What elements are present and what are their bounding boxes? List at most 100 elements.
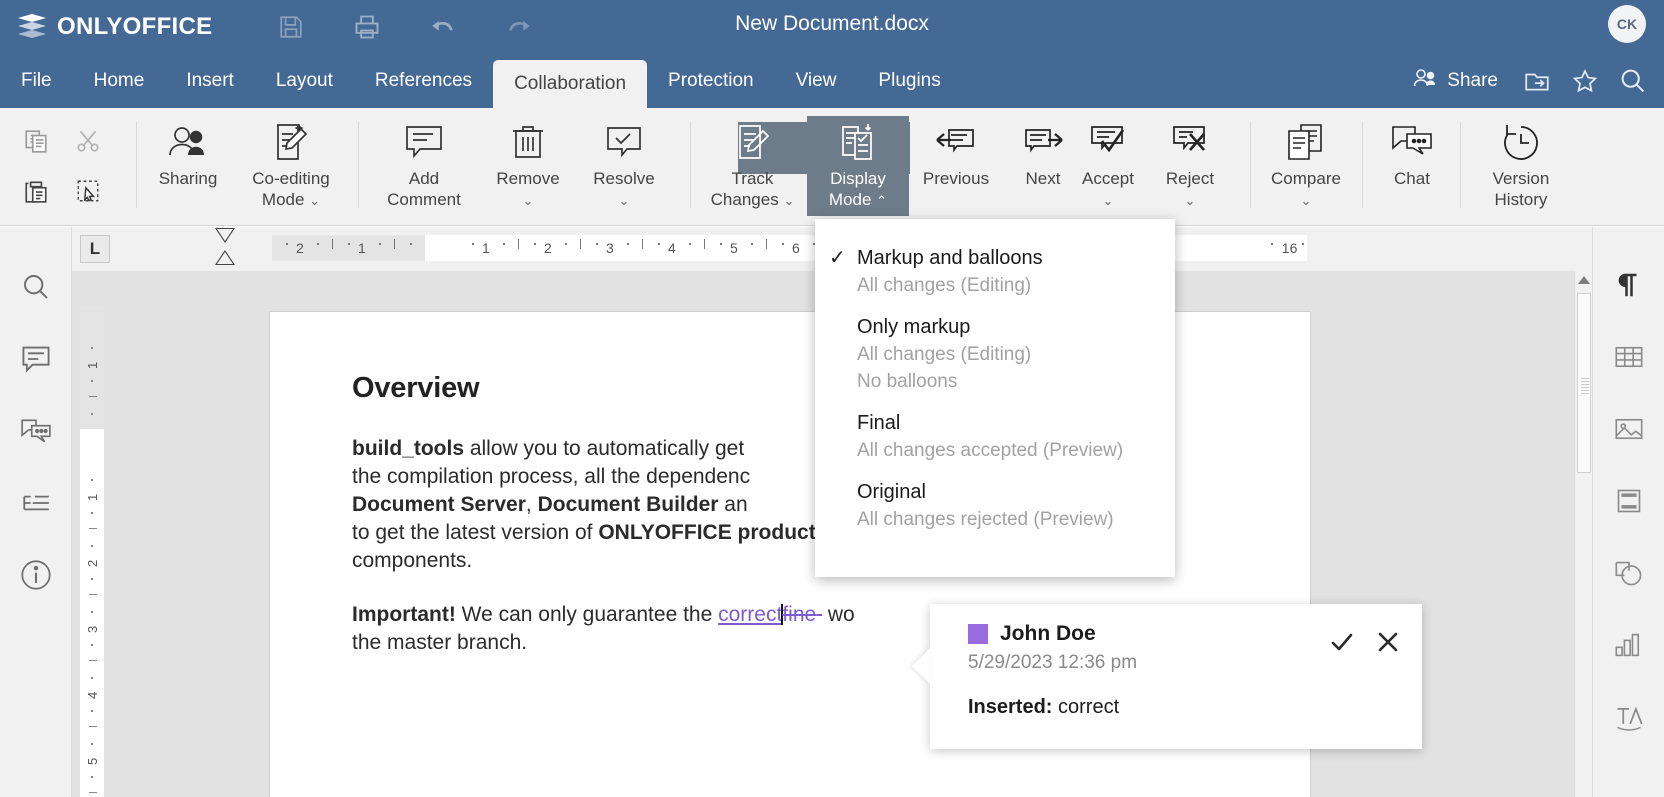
save-icon[interactable] xyxy=(274,10,308,44)
text-run: components. xyxy=(352,549,473,572)
sidebar-item-text-art[interactable] xyxy=(1593,683,1664,755)
button-label: Remove xyxy=(496,169,560,188)
remove-button[interactable]: Remove ⌄ xyxy=(482,116,574,216)
ruler-dot xyxy=(91,643,93,646)
chevron-down-icon[interactable]: ⌄ xyxy=(309,193,320,208)
version-history-button[interactable]: Version History xyxy=(1466,116,1576,216)
resolve-button[interactable]: Resolve ⌄ xyxy=(576,116,672,216)
sidebar-item-headings[interactable] xyxy=(0,469,72,541)
select-all-icon[interactable] xyxy=(62,166,114,216)
inserted-text: correct xyxy=(718,603,783,626)
review-change-popup[interactable]: John Doe 5/29/2023 12:36 pm Inserted: co… xyxy=(912,604,1422,749)
track-changes-button[interactable]: Track Changes ⌄ xyxy=(700,116,805,216)
menu-item-final[interactable]: Final All changes accepted (Preview) xyxy=(815,402,1175,471)
accept-button[interactable]: Accept ⌄ xyxy=(1062,116,1154,216)
sharing-button[interactable]: Sharing xyxy=(142,116,234,216)
redo-icon[interactable] xyxy=(502,10,536,44)
text-run-bold: Document Builder xyxy=(537,493,719,516)
tab-label: Insert xyxy=(186,70,234,91)
tab-file[interactable]: File xyxy=(0,54,73,108)
undo-icon[interactable] xyxy=(426,10,460,44)
share-button[interactable]: Share xyxy=(1400,67,1510,95)
sidebar-item-search[interactable] xyxy=(0,253,72,325)
avatar[interactable]: CK xyxy=(1608,5,1646,43)
co-editing-mode-button[interactable]: Co-editing Mode ⌄ xyxy=(236,116,346,216)
sharing-icon xyxy=(165,116,211,168)
sidebar-item-shape[interactable] xyxy=(1593,539,1664,611)
paste-icon[interactable] xyxy=(10,166,62,216)
scroll-up-icon[interactable] xyxy=(1575,271,1593,289)
search-icon[interactable] xyxy=(1612,60,1654,102)
tab-collaboration[interactable]: Collaboration xyxy=(493,60,648,108)
chevron-down-icon[interactable]: ⌄ xyxy=(523,193,534,208)
share-people-icon xyxy=(1412,67,1438,95)
chevron-down-icon[interactable]: ⌄ xyxy=(1301,193,1312,208)
chevron-down-icon[interactable]: ⌄ xyxy=(783,193,794,208)
tab-insert[interactable]: Insert xyxy=(165,54,255,108)
ruler-dot xyxy=(626,243,629,245)
tab-home[interactable]: Home xyxy=(73,54,166,108)
display-mode-button[interactable]: Display Mode ⌃ xyxy=(807,116,909,216)
chat-button[interactable]: Chat xyxy=(1368,116,1456,216)
tab-label: Layout xyxy=(275,70,333,91)
sidebar-item-comments[interactable] xyxy=(0,325,72,397)
chevron-down-icon[interactable]: ⌄ xyxy=(1103,193,1114,208)
print-icon[interactable] xyxy=(350,10,384,44)
tab-protection[interactable]: Protection xyxy=(647,54,775,108)
ruler-dot xyxy=(91,676,93,679)
display-mode-icon xyxy=(837,116,879,168)
sidebar-item-about[interactable] xyxy=(0,541,72,613)
reject-button[interactable]: Reject ⌄ xyxy=(1144,116,1236,216)
sidebar-item-paragraph[interactable] xyxy=(1593,251,1664,323)
button-label: Add xyxy=(408,169,440,188)
previous-button[interactable]: Previous xyxy=(908,116,1004,216)
ruler-dot xyxy=(285,243,288,245)
sidebar-item-image[interactable] xyxy=(1593,395,1664,467)
text-run-bold: Document Server xyxy=(352,493,526,516)
scrollbar-thumb[interactable] xyxy=(1577,293,1591,473)
favorite-star-icon[interactable] xyxy=(1564,60,1606,102)
menu-item-only-markup[interactable]: Only markup All changes (Editing) No bal… xyxy=(815,306,1175,402)
tab-layout[interactable]: Layout xyxy=(255,54,354,108)
menu-item-markup-and-balloons[interactable]: ✓ Markup and balloons All changes (Editi… xyxy=(815,237,1175,306)
app-logo[interactable]: ONLYOFFICE xyxy=(18,13,212,41)
chevron-up-icon[interactable]: ⌃ xyxy=(876,193,887,208)
ruler-label: 5 xyxy=(85,757,100,765)
sidebar-item-chart[interactable] xyxy=(1593,611,1664,683)
cut-icon[interactable] xyxy=(62,116,114,166)
vertical-ruler[interactable]: 1123456 xyxy=(80,307,104,797)
chevron-down-icon[interactable]: ⌄ xyxy=(1185,193,1196,208)
tab-plugins[interactable]: Plugins xyxy=(857,54,961,108)
document-title: New Document.docx xyxy=(735,12,929,35)
add-comment-button[interactable]: Add Comment xyxy=(368,116,480,216)
ruler-dot xyxy=(91,742,93,745)
reject-close-icon[interactable] xyxy=(1374,628,1402,656)
header-footer-icon xyxy=(1615,487,1643,520)
sidebar-item-table[interactable] xyxy=(1593,323,1664,395)
display-mode-dropdown[interactable]: ✓ Markup and balloons All changes (Editi… xyxy=(815,219,1175,577)
change-description: Inserted: correct xyxy=(968,696,1402,719)
copy-icon[interactable] xyxy=(10,116,62,166)
indent-marker[interactable] xyxy=(215,227,235,271)
button-label: Chat xyxy=(1394,169,1430,188)
tab-stop-selector[interactable]: L xyxy=(80,235,110,263)
tab-label: File xyxy=(21,70,52,91)
ruler-tick xyxy=(766,239,767,249)
tab-references[interactable]: References xyxy=(354,54,493,108)
navigation-icon xyxy=(20,490,52,521)
chat-icon xyxy=(1389,116,1435,168)
ruler-tick xyxy=(89,396,97,397)
menu-item-original[interactable]: Original All changes rejected (Preview) xyxy=(815,471,1175,540)
sidebar-item-chat[interactable] xyxy=(0,397,72,469)
chevron-down-icon[interactable]: ⌄ xyxy=(619,193,630,208)
title-bar: ONLYOFFICE New Document.docx CK xyxy=(0,0,1664,54)
menu-item-title: Final xyxy=(857,412,901,434)
compare-button[interactable]: Compare ⌄ xyxy=(1258,116,1354,216)
tab-view[interactable]: View xyxy=(775,54,858,108)
sidebar-item-header-footer[interactable] xyxy=(1593,467,1664,539)
ruler-dot xyxy=(502,243,505,245)
vertical-scrollbar[interactable] xyxy=(1574,271,1592,797)
open-location-icon[interactable] xyxy=(1516,60,1558,102)
accept-check-icon[interactable] xyxy=(1328,628,1356,656)
previous-change-icon xyxy=(933,116,979,168)
